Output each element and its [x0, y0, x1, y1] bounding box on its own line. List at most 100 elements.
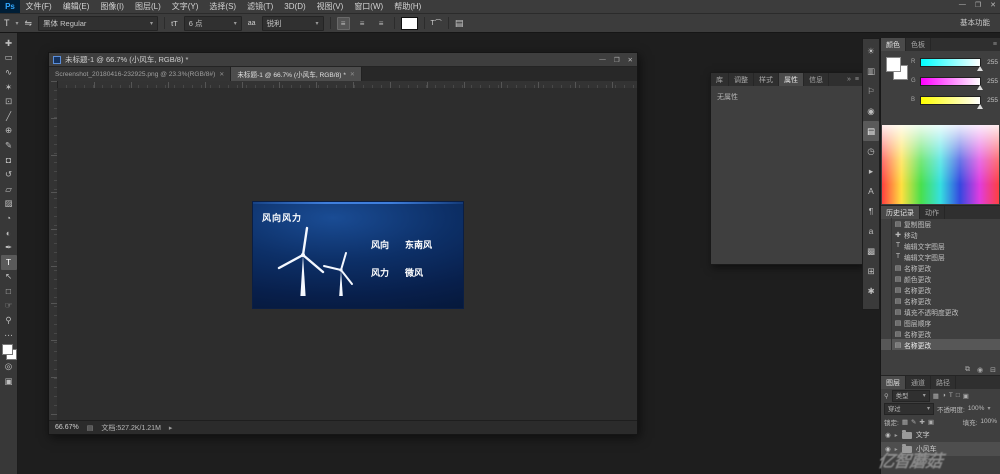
dock-panel-button[interactable]: a [863, 221, 879, 241]
history-source-well[interactable] [881, 273, 892, 284]
blue-slider[interactable] [920, 95, 983, 109]
tool-button[interactable]: ◘ [1, 153, 17, 168]
red-slider[interactable] [920, 57, 983, 71]
history-state-row[interactable]: ▤ 名称更改 [881, 328, 1000, 339]
tool-button[interactable]: ⊡ [1, 94, 17, 109]
tool-button[interactable]: ◐ [1, 226, 17, 241]
slider-handle[interactable] [977, 65, 983, 71]
lock-transparency-icon[interactable]: ▦ [902, 418, 908, 426]
slider-handle[interactable] [977, 103, 983, 109]
anti-alias-select[interactable]: 锐利 ▾ [261, 15, 324, 31]
dock-panel-button[interactable]: ¶ [863, 201, 879, 221]
tool-button[interactable]: ✶ [1, 80, 17, 95]
history-state-row[interactable]: ▤ 颜色更改 [881, 273, 1000, 284]
green-slider[interactable] [920, 76, 983, 90]
filter-shape-icon[interactable]: □ [956, 392, 960, 399]
canvas-image[interactable]: 风向风力 风向 东南风 风力 微风 [252, 201, 464, 309]
color-spectrum-ramp[interactable] [882, 125, 999, 204]
tool-button[interactable]: ☞ [1, 299, 17, 314]
quick-mask-button[interactable]: ◎ [1, 359, 17, 374]
history-state-row[interactable]: ▤ 名称更改 [881, 262, 1000, 273]
dock-panel-button[interactable]: ▸ [863, 161, 879, 181]
panel-tab[interactable]: 属性 [779, 73, 804, 86]
menu-item[interactable]: 图像(I) [95, 2, 130, 11]
dock-panel-button[interactable]: ▥ [863, 61, 879, 81]
close-icon[interactable]: ✕ [219, 71, 224, 78]
doc-close-button[interactable]: ✕ [628, 56, 633, 64]
tool-button[interactable]: ↺ [1, 167, 17, 182]
group-expand-icon[interactable]: ▸ [895, 432, 898, 439]
history-state-row[interactable]: ▤ 名称更改 [881, 284, 1000, 295]
type-tool-preset-icon[interactable]: T [4, 18, 10, 28]
workspace-switcher[interactable]: 基本功能 [960, 17, 990, 28]
menu-item[interactable]: 文件(F) [20, 2, 57, 11]
tool-button[interactable]: ▨ [1, 197, 17, 212]
history-source-well[interactable] [881, 284, 892, 295]
doc-restore-button[interactable]: ❐ [614, 56, 620, 64]
panel-tab[interactable]: 颜色 [881, 38, 906, 51]
canvas-area[interactable]: 风向风力 风向 东南风 风力 微风 [57, 88, 637, 421]
panel-menu-icon[interactable]: ≡ [855, 76, 859, 83]
history-state-row[interactable]: ▤ 复制图层 [881, 218, 1000, 229]
dock-panel-button[interactable]: ⚐ [863, 81, 879, 101]
panel-tab[interactable]: 调整 [729, 73, 754, 86]
app-close-button[interactable]: ✕ [990, 1, 996, 9]
blue-value[interactable]: 255 [984, 97, 998, 104]
menu-item[interactable]: 帮助(H) [389, 2, 427, 11]
history-footer-button[interactable]: ⧉ [965, 366, 970, 374]
history-state-row[interactable]: T 编辑文字图层 [881, 251, 1000, 262]
dock-panel-button[interactable]: ☀ [863, 41, 879, 61]
menu-item[interactable]: 文字(Y) [166, 2, 204, 11]
ps-logo-icon[interactable]: Ps [0, 0, 20, 13]
warp-text-icon[interactable]: T⌒ [431, 18, 442, 28]
menu-item[interactable]: 编辑(E) [57, 2, 95, 11]
tool-button[interactable]: T [0, 254, 17, 270]
menu-item[interactable]: 选择(S) [204, 2, 242, 11]
history-source-well[interactable] [881, 218, 892, 229]
tool-button[interactable]: ∿ [1, 65, 17, 80]
red-value[interactable]: 255 [984, 59, 998, 66]
tool-button[interactable]: ⋯ [1, 328, 17, 343]
dock-panel-button[interactable]: ⊞ [863, 261, 879, 281]
filter-kind-select[interactable]: 类型 ▾ [891, 389, 930, 402]
close-icon[interactable]: ✕ [350, 71, 355, 78]
text-color-swatch[interactable] [400, 16, 418, 30]
font-size-select[interactable]: 6 点 ▾ [183, 15, 242, 31]
foreground-background-swatches[interactable] [1, 344, 17, 361]
green-value[interactable]: 255 [984, 78, 998, 85]
slider-handle[interactable] [977, 84, 983, 90]
color-swatch-pair[interactable] [886, 57, 910, 81]
history-footer-button[interactable]: ⊟ [990, 366, 996, 374]
tool-button[interactable]: ✎ [1, 138, 17, 153]
tool-preset-caret[interactable]: ▾ [16, 20, 19, 27]
blend-mode-select[interactable]: 穿过 ▾ [884, 402, 934, 415]
align-left-button[interactable]: ≡ [336, 16, 350, 30]
layer-row[interactable]: ◉ ▸ 文字 [881, 428, 1000, 442]
tool-button[interactable]: ╱ [1, 109, 17, 124]
history-state-row[interactable]: ✚ 移动 [881, 229, 1000, 240]
dock-panel-button[interactable]: ▩ [863, 241, 879, 261]
visibility-eye-icon[interactable]: ◉ [885, 431, 891, 439]
dock-panel-button[interactable]: ▤ [863, 121, 879, 141]
history-state-row[interactable]: ▤ 填充不透明度更改 [881, 306, 1000, 317]
document-tab[interactable]: Screenshot_20180416-232925.png @ 23.3%(R… [49, 67, 232, 81]
history-state-row[interactable]: ▤ 名称更改 [881, 339, 1000, 350]
app-restore-button[interactable]: ❐ [975, 1, 981, 9]
align-center-button[interactable]: ≡ [356, 17, 369, 30]
lock-all-icon[interactable]: ▣ [928, 418, 934, 426]
history-state-row[interactable]: ▤ 图层顺序 [881, 317, 1000, 328]
tool-button[interactable]: □ [1, 284, 17, 299]
panel-tab[interactable]: 图层 [881, 376, 906, 389]
document-tab[interactable]: 未标题-1 @ 66.7% (小风车, RGB/8) * ✕ [231, 67, 362, 81]
collapse-panel-icon[interactable]: » [847, 76, 851, 83]
history-source-well[interactable] [881, 317, 892, 328]
toggle-panels-icon[interactable]: ▤ [455, 18, 464, 29]
menu-item[interactable]: 窗口(W) [349, 2, 389, 11]
tool-button[interactable]: ▱ [1, 182, 17, 197]
tool-button[interactable]: ↖ [1, 270, 17, 285]
menu-item[interactable]: 3D(D) [279, 2, 311, 11]
menu-item[interactable]: 图层(L) [129, 2, 166, 11]
font-family-select[interactable]: 黑体 Regular ▾ [38, 15, 159, 31]
history-state-row[interactable]: ▤ 名称更改 [881, 295, 1000, 306]
panel-tab[interactable]: 信息 [804, 73, 829, 86]
